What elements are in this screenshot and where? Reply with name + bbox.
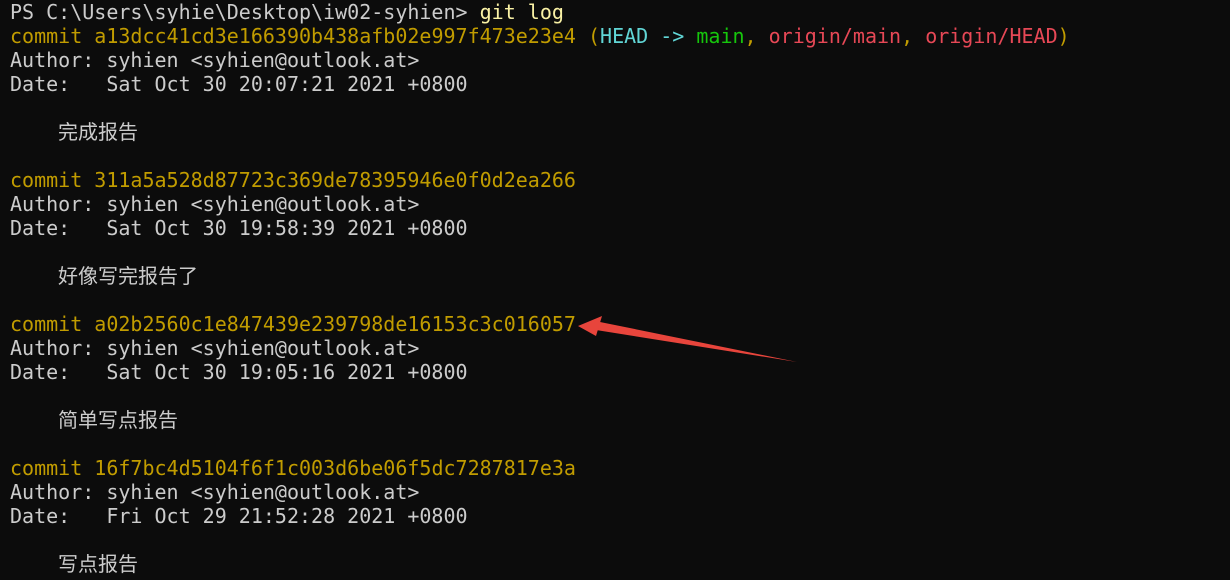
commit-message: 简单写点报告 <box>58 408 178 432</box>
commit-message: 写点报告 <box>58 552 138 576</box>
commit-label: commit <box>10 168 83 192</box>
ref-origin-head: origin/HEAD <box>925 24 1058 48</box>
author-line: Author: syhien <syhien@outlook.at> <box>10 48 420 72</box>
commit-label: commit <box>10 24 83 48</box>
date-line: Date: Sat Oct 30 19:05:16 2021 +0800 <box>10 360 468 384</box>
date-line: Date: Fri Oct 29 21:52:28 2021 +0800 <box>10 504 468 528</box>
ref-close: ) <box>1057 24 1070 48</box>
commit-hash: a13dcc41cd3e166390b438afb02e997f473e23e4 <box>94 24 576 48</box>
ref-separator: , <box>901 24 914 48</box>
terminal-window[interactable]: PS C:\Users\syhie\Desktop\iw02-syhien> g… <box>0 0 1230 580</box>
author-line: Author: syhien <syhien@outlook.at> <box>10 192 420 216</box>
date-line: Date: Sat Oct 30 20:07:21 2021 +0800 <box>10 72 468 96</box>
ref-origin-main: origin/main <box>768 24 902 48</box>
ref-separator: , <box>744 24 757 48</box>
commit-label: commit <box>10 312 83 336</box>
author-line: Author: syhien <syhien@outlook.at> <box>10 480 420 504</box>
prompt-line: PS C:\Users\syhie\Desktop\iw02-syhien> g… <box>10 0 1230 24</box>
command: git log <box>479 0 564 24</box>
ref-main: main <box>696 24 745 48</box>
ref-head: HEAD -> <box>600 24 685 48</box>
ref-open: ( <box>587 24 601 48</box>
commit-line: commit 16f7bc4d5104f6f1c003d6be06f5dc728… <box>10 456 1230 480</box>
commit-hash-highlighted: a02b2560c1e847439e239798de16153c3c016057 <box>94 312 576 336</box>
commit-hash: 311a5a528d87723c369de78395946e0f0d2ea266 <box>94 168 576 192</box>
commit-label: commit <box>10 456 83 480</box>
commit-line: commit 311a5a528d87723c369de78395946e0f0… <box>10 168 1230 192</box>
prompt: PS C:\Users\syhie\Desktop\iw02-syhien> <box>10 0 468 24</box>
date-line: Date: Sat Oct 30 19:58:39 2021 +0800 <box>10 216 468 240</box>
commit-line: commit a02b2560c1e847439e239798de16153c3… <box>10 312 1230 336</box>
commit-hash: 16f7bc4d5104f6f1c003d6be06f5dc7287817e3a <box>94 456 576 480</box>
commit-message: 完成报告 <box>58 120 138 144</box>
commit-message: 好像写完报告了 <box>58 264 198 288</box>
commit-line: commit a13dcc41cd3e166390b438afb02e997f4… <box>10 24 1230 48</box>
author-line: Author: syhien <syhien@outlook.at> <box>10 336 420 360</box>
